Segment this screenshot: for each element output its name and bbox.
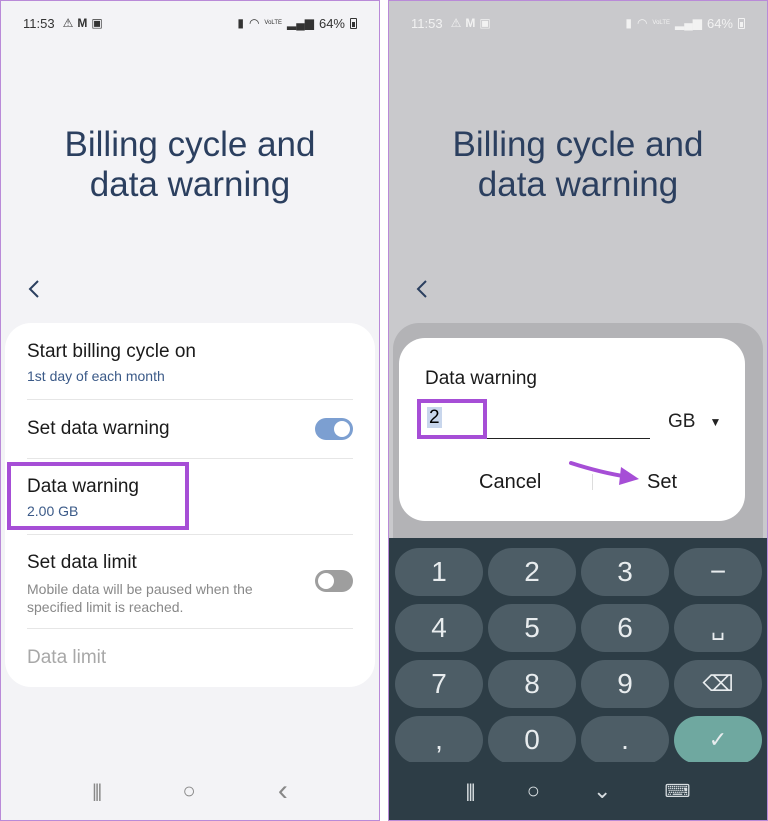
divider (27, 628, 353, 629)
data-limit-toggle[interactable] (315, 570, 353, 592)
status-bar: 11:53 ⚠ M ▣ ▮ ◠ VoLTE ▂▄▆ 64% (1, 1, 379, 45)
nav-bar: ||| ○ ⌄ ⌨ (389, 762, 767, 820)
caret-down-icon: ▼ (709, 415, 722, 429)
dialog-screen: 11:53 ⚠ M ▣ ▮ ◠ VoLTE ▂▄▆ 64% Billing cy… (388, 0, 768, 821)
back-nav-button[interactable]: ‹ (278, 774, 288, 808)
signal-icon: ▂▄▆ (675, 16, 702, 30)
hide-keyboard-button[interactable]: ⌄ (593, 778, 611, 804)
volte-icon: VoLTE (652, 20, 670, 26)
set-button[interactable]: Set (647, 471, 677, 494)
input-highlight (417, 399, 487, 439)
set-data-limit-description: Mobile data will be paused when the spec… (27, 581, 253, 615)
battery-percent: 64% (318, 15, 345, 31)
key-backspace[interactable]: ⌫ (674, 660, 762, 708)
divider (27, 399, 353, 400)
settings-screen: 11:53 ⚠ M ▣ ▮ ◠ VoLTE ▂▄▆ 64% Billing cy… (0, 0, 380, 821)
key-6[interactable]: 6 (581, 604, 669, 652)
wifi-icon: ◠ (636, 16, 648, 30)
gmail-icon: M (465, 16, 476, 30)
toggle-knob (318, 573, 334, 589)
key-minus[interactable]: − (674, 548, 762, 596)
key-comma[interactable]: , (395, 716, 483, 764)
billing-cycle-row[interactable]: Start billing cycle on 1st day of each m… (27, 341, 353, 384)
recents-button[interactable]: ||| (466, 781, 476, 802)
page-title-line2: data warning (477, 165, 679, 204)
data-warning-highlight (7, 462, 189, 530)
battery-icon (350, 17, 357, 29)
set-data-warning-row[interactable]: Set data warning (27, 418, 353, 440)
divider (27, 534, 353, 535)
gallery-icon: ▣ (479, 16, 491, 30)
data-limit-title: Data limit (27, 647, 107, 668)
billing-cycle-value: 1st day of each month (27, 368, 165, 384)
cancel-button[interactable]: Cancel (479, 471, 541, 494)
page-title-line1: Billing cycle and (64, 125, 316, 164)
warning-icon: ⚠ (62, 16, 74, 30)
billing-cycle-title: Start billing cycle on (27, 341, 196, 362)
key-period[interactable]: . (581, 716, 669, 764)
key-confirm[interactable]: ✓ (674, 716, 762, 764)
gallery-icon: ▣ (91, 16, 103, 30)
key-8[interactable]: 8 (488, 660, 576, 708)
volte-icon: VoLTE (264, 20, 282, 26)
set-data-warning-title: Set data warning (27, 418, 170, 439)
key-space[interactable]: ␣ (674, 604, 762, 652)
toggle-knob (334, 421, 350, 437)
warning-icon: ⚠ (450, 16, 462, 30)
key-3[interactable]: 3 (581, 548, 669, 596)
key-5[interactable]: 5 (488, 604, 576, 652)
home-button[interactable]: ○ (527, 778, 540, 804)
key-0[interactable]: 0 (488, 716, 576, 764)
arrow-annotation-icon (569, 461, 639, 485)
set-data-limit-title: Set data limit (27, 552, 137, 573)
status-time: 11:53 (23, 15, 55, 31)
gmail-icon: M (77, 16, 88, 30)
set-data-limit-row[interactable]: Set data limit Mobile data will be pause… (27, 552, 353, 616)
status-time: 11:53 (411, 15, 443, 31)
nav-bar: ||| ○ ‹ (1, 762, 379, 820)
unit-label: GB (668, 411, 696, 432)
page-title: Billing cycle and data warning (389, 125, 767, 205)
numeric-keyboard: 1 2 3 − 4 5 6 ␣ 7 8 9 ⌫ , 0 . ✓ (389, 538, 767, 764)
chevron-left-icon (28, 280, 39, 298)
status-bar: 11:53 ⚠ M ▣ ▮ ◠ VoLTE ▂▄▆ 64% (389, 1, 767, 45)
signal-icon: ▂▄▆ (287, 16, 314, 30)
recents-button[interactable]: ||| (92, 781, 102, 802)
key-7[interactable]: 7 (395, 660, 483, 708)
wifi-icon: ◠ (248, 16, 260, 30)
battery-icon (738, 17, 745, 29)
keyboard-switch-icon[interactable]: ⌨ (664, 781, 690, 802)
page-title-line1: Billing cycle and (452, 125, 704, 164)
home-button[interactable]: ○ (182, 778, 195, 804)
unit-dropdown[interactable]: GB ▼ (668, 411, 721, 433)
data-warning-toggle[interactable] (315, 418, 353, 440)
sim-icon: ▮ (237, 16, 244, 30)
back-button[interactable] (23, 277, 47, 301)
key-9[interactable]: 9 (581, 660, 669, 708)
key-2[interactable]: 2 (488, 548, 576, 596)
battery-percent: 64% (706, 15, 733, 31)
data-limit-row[interactable]: Data limit (27, 647, 353, 669)
page-title: Billing cycle and data warning (1, 125, 379, 205)
sim-icon: ▮ (625, 16, 632, 30)
key-4[interactable]: 4 (395, 604, 483, 652)
page-title-line2: data warning (89, 165, 291, 204)
back-button[interactable] (411, 277, 435, 301)
chevron-left-icon (416, 280, 427, 298)
divider (27, 458, 353, 459)
dialog-title: Data warning (425, 368, 537, 389)
key-1[interactable]: 1 (395, 548, 483, 596)
